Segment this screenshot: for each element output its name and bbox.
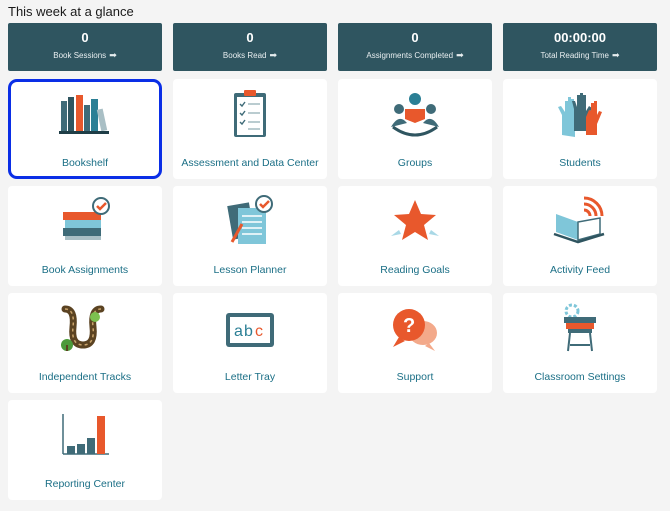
- tile-label: Assessment and Data Center: [181, 157, 319, 169]
- raised-hands-icon: [550, 87, 610, 143]
- tile-assessment-data-center[interactable]: Assessment and Data Center: [173, 79, 327, 179]
- stat-value: 0: [411, 30, 419, 45]
- stat-label: Books Read: [222, 51, 267, 60]
- tile-groups[interactable]: Groups: [338, 79, 492, 179]
- arrow-right-icon: ➡: [611, 50, 620, 60]
- stat-books-read[interactable]: 0 Books Read ➡: [173, 23, 327, 71]
- bookshelf-icon: [55, 87, 115, 143]
- page-title: This week at a glance: [8, 4, 134, 19]
- desk-gear-icon: [550, 301, 610, 357]
- svg-text:a: a: [234, 323, 243, 340]
- tile-label: Lesson Planner: [213, 264, 287, 276]
- clipboard-checklist-icon: [220, 87, 280, 143]
- stat-label: Assignments Completed: [366, 51, 454, 60]
- tile-label: Students: [559, 157, 601, 169]
- arrow-right-icon: ➡: [269, 50, 278, 60]
- tile-students[interactable]: Students: [503, 79, 657, 179]
- stat-label: Book Sessions: [53, 51, 107, 60]
- book-stack-check-icon: [55, 194, 115, 250]
- tile-reading-goals[interactable]: Reading Goals: [338, 186, 492, 286]
- stat-assignments-completed[interactable]: 0 Assignments Completed ➡: [338, 23, 492, 71]
- star-icon: [385, 194, 445, 250]
- svg-text:b: b: [244, 323, 253, 340]
- stat-book-sessions[interactable]: 0 Book Sessions ➡: [8, 23, 162, 71]
- group-reading-icon: [385, 87, 445, 143]
- tile-label: Activity Feed: [549, 264, 611, 276]
- tile-label: Reading Goals: [380, 264, 450, 276]
- winding-path-icon: [55, 301, 115, 357]
- tile-label: Classroom Settings: [534, 371, 626, 383]
- tile-classroom-settings[interactable]: Classroom Settings: [503, 293, 657, 393]
- stat-label: Total Reading Time: [540, 51, 609, 60]
- abc-board-icon: abc: [220, 301, 280, 357]
- tile-book-assignments[interactable]: Book Assignments: [8, 186, 162, 286]
- tile-letter-tray[interactable]: abc Letter Tray: [173, 293, 327, 393]
- tile-support[interactable]: ? Support: [338, 293, 492, 393]
- open-book-feed-icon: [550, 194, 610, 250]
- tile-independent-tracks[interactable]: Independent Tracks: [8, 293, 162, 393]
- tile-label: Letter Tray: [224, 371, 276, 383]
- stat-total-reading-time[interactable]: 00:00:00 Total Reading Time ➡: [503, 23, 657, 71]
- arrow-right-icon: ➡: [109, 50, 117, 60]
- tile-bookshelf[interactable]: Bookshelf: [8, 79, 162, 179]
- arrow-right-icon: ➡: [456, 50, 464, 60]
- lesson-planner-icon: [220, 194, 280, 250]
- stat-value: 00:00:00: [553, 30, 607, 45]
- tile-label: Book Assignments: [41, 264, 129, 276]
- question-bubble-icon: ?: [385, 301, 445, 357]
- tile-label: Groups: [397, 157, 433, 169]
- tile-reporting-center[interactable]: Reporting Center: [8, 400, 162, 500]
- tile-activity-feed[interactable]: Activity Feed: [503, 186, 657, 286]
- tile-lesson-planner[interactable]: Lesson Planner: [173, 186, 327, 286]
- tile-label: Support: [396, 371, 434, 383]
- svg-text:c: c: [255, 323, 263, 340]
- stat-value: 0: [81, 30, 89, 45]
- bar-chart-icon: [55, 408, 115, 464]
- svg-text:?: ?: [403, 315, 415, 337]
- tile-label: Bookshelf: [61, 157, 109, 169]
- tile-label: Reporting Center: [45, 478, 125, 490]
- stat-value: 0: [246, 30, 254, 45]
- tile-label: Independent Tracks: [38, 371, 132, 383]
